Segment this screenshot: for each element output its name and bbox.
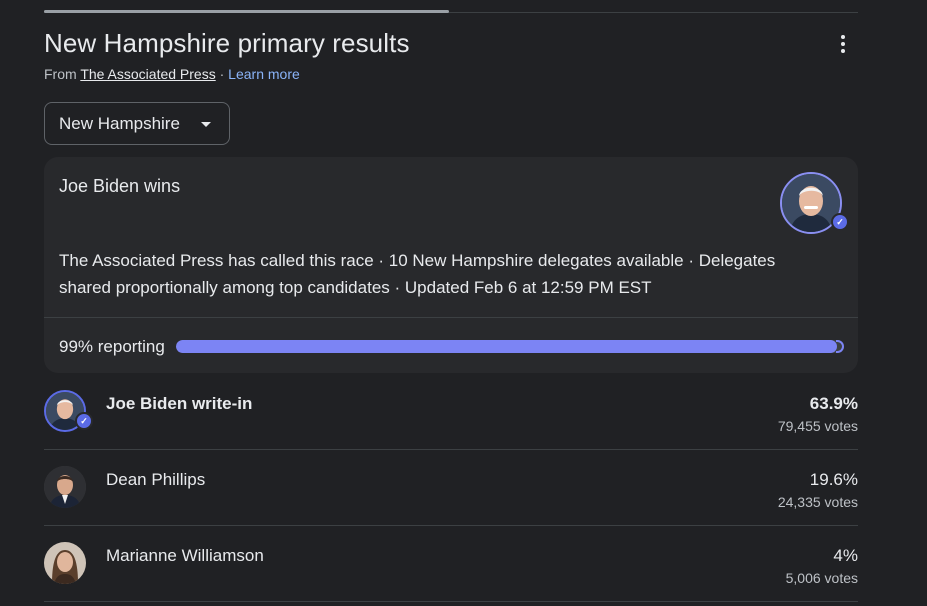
source-prefix: From [44,66,81,82]
race-description: The Associated Press has called this rac… [59,251,776,297]
candidate-row[interactable]: ✓ Joe Biden write-in 63.9% 79,455 votes [44,374,858,450]
row-divider [44,601,858,602]
reporting-progress-bar [176,340,844,353]
candidate-percent: 4% [833,546,858,565]
candidate-percent: 19.6% [809,470,858,489]
candidate-row[interactable]: Dean Phillips 19.6% 24,335 votes [44,450,858,526]
candidate-percent: 63.9% [809,394,858,413]
source-link[interactable]: The Associated Press [80,66,215,82]
candidate-votes: 79,455 votes [777,418,858,434]
candidate-name: Joe Biden write-in [106,394,253,413]
state-dropdown-value: New Hampshire [59,113,180,133]
card-divider [44,317,858,318]
reporting-progress-remainder [836,340,844,353]
phillips-portrait-icon [44,466,86,508]
source-separator: · [215,66,229,82]
candidate-avatar [44,466,86,508]
state-dropdown[interactable]: New Hampshire [44,102,230,145]
candidate-name: Dean Phillips [106,470,206,489]
candidate-votes: 24,335 votes [777,494,858,510]
more-vert-icon[interactable] [832,31,854,57]
winner-heading: Joe Biden wins [59,176,181,196]
learn-more-link[interactable]: Learn more [228,66,300,82]
reporting-label: 99% reporting [59,337,165,356]
source-line: From The Associated Press · Learn more [44,66,300,82]
reporting-progress-fill [176,340,838,353]
dropdown-caret-icon [201,122,211,127]
verified-check-icon: ✓ [831,213,849,231]
candidate-name: Marianne Williamson [106,546,264,565]
verified-check-icon: ✓ [75,412,93,430]
page-title: New Hampshire primary results [44,28,410,58]
candidate-votes: 5,006 votes [785,570,858,586]
williamson-portrait-icon [44,542,86,584]
results-summary-card: Joe Biden wins ✓ The Associated Press ha… [44,157,858,373]
active-tab-indicator [44,10,449,13]
candidate-avatar [44,542,86,584]
candidate-row[interactable]: Marianne Williamson 4% 5,006 votes [44,526,858,602]
